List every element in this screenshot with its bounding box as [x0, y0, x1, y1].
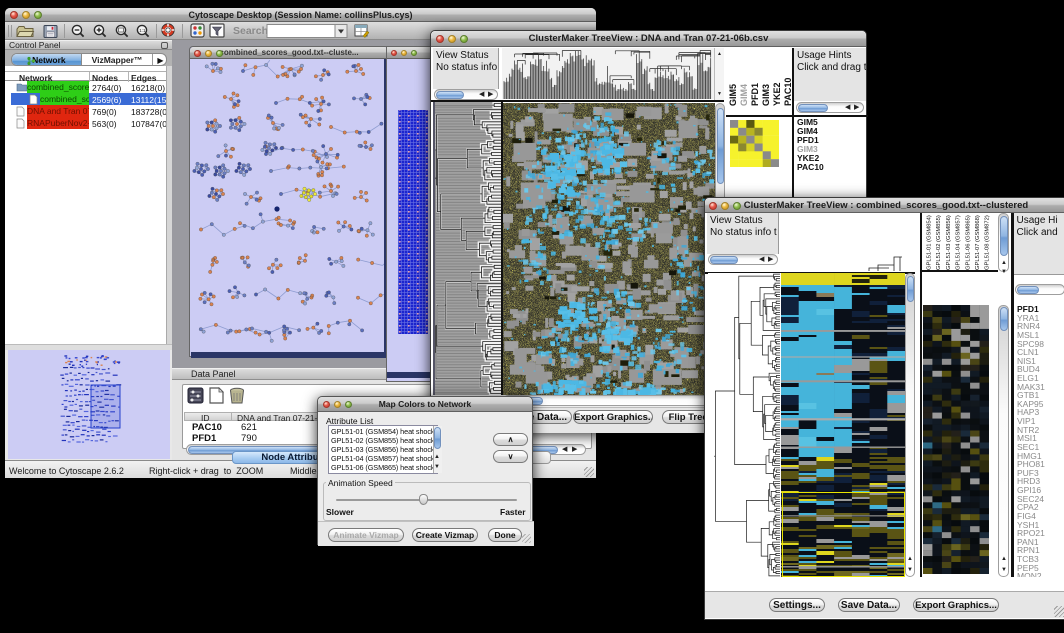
svg-text:PFD1: PFD1	[750, 83, 760, 106]
svg-text:GPL51-01 (GSM854): GPL51-01 (GSM854)	[927, 215, 933, 270]
svg-text:1:1: 1:1	[139, 28, 146, 33]
svg-text:GPL51-02 (GSM855): GPL51-02 (GSM855)	[936, 215, 942, 270]
svg-text:GPL51-07 (GSM868): GPL51-07 (GSM868)	[975, 215, 981, 270]
svg-text:GIM4: GIM4	[739, 84, 749, 106]
svg-text:Search:: Search:	[233, 25, 272, 37]
svg-text:GIM5: GIM5	[728, 84, 738, 106]
svg-text:GPL51-06 (GSM865): GPL51-06 (GSM865)	[965, 215, 971, 270]
svg-text:YKE2: YKE2	[772, 82, 782, 106]
svg-text:PAC10: PAC10	[783, 78, 792, 106]
svg-text:GPL51-08 (GSM872): GPL51-08 (GSM872)	[985, 215, 991, 270]
svg-text:GPL51-03 (GSM856): GPL51-03 (GSM856)	[946, 215, 952, 270]
svg-text:GPL51-04 (GSM857): GPL51-04 (GSM857)	[956, 215, 962, 270]
svg-text:GIM3: GIM3	[761, 84, 771, 106]
